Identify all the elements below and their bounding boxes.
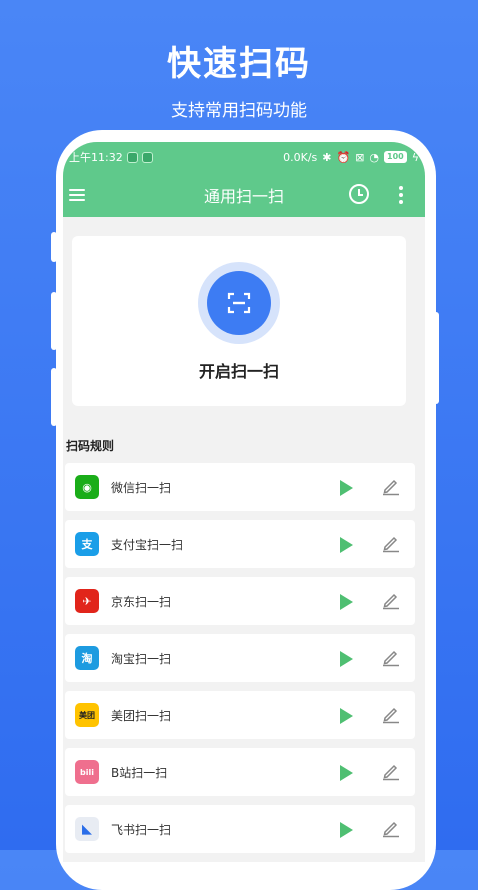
bluetooth-icon: ✱: [322, 150, 332, 164]
edit-icon[interactable]: [381, 476, 401, 496]
rules-heading: 扫码规则: [66, 439, 115, 453]
rules-list: ◉ 微信扫一扫 支 支付宝扫一扫 ✈ 京东扫一扫 淘 淘宝扫一扫 美团 美团扫一…: [65, 463, 415, 862]
phone-side-button: [51, 368, 57, 426]
wifi-icon: ◔: [369, 150, 380, 164]
rule-label: 美团扫一扫: [111, 708, 172, 723]
menu-icon[interactable]: [69, 188, 85, 201]
scan-frame-icon: [227, 292, 251, 314]
status-time: 上午11:32: [69, 151, 123, 164]
scan-card[interactable]: 开启扫一扫: [72, 236, 406, 406]
sim-icon: ⊠: [355, 150, 365, 164]
promo-subtitle: 支持常用扫码功能: [171, 101, 307, 121]
rule-row-meituan[interactable]: 美团 美团扫一扫: [65, 691, 415, 739]
meituan-icon: 美团: [75, 703, 99, 727]
edit-icon[interactable]: [381, 704, 401, 724]
promo-title: 快速扫码: [167, 44, 311, 84]
alipay-icon: 支: [75, 532, 99, 556]
play-icon[interactable]: [340, 765, 353, 781]
history-icon[interactable]: [349, 184, 369, 204]
play-icon[interactable]: [340, 708, 353, 724]
alarm-icon: ⏰: [336, 150, 351, 164]
play-icon[interactable]: [340, 480, 353, 496]
app-title: 通用扫一扫: [203, 186, 284, 206]
scan-label: 开启扫一扫: [198, 362, 279, 381]
jd-icon: ✈: [75, 589, 99, 613]
play-icon[interactable]: [340, 537, 353, 553]
notification-icon: [126, 151, 138, 163]
phone-screen: 上午11:32 0.0K/s ✱ ⏰ ⊠ ◔ 100 ϟ 通用扫一扫 开启扫一扫…: [63, 142, 425, 862]
play-icon[interactable]: [340, 822, 353, 838]
feishu-icon: ◣: [75, 817, 99, 841]
bilibili-icon: bili: [75, 760, 99, 784]
phone-power-button: [433, 312, 439, 404]
status-bar: 上午11:32 0.0K/s ✱ ⏰ ⊠ ◔ 100 ϟ: [63, 142, 425, 172]
network-speed: 0.0K/s: [283, 150, 318, 164]
rule-row-wechat[interactable]: ◉ 微信扫一扫: [65, 463, 415, 511]
rule-row-alipay[interactable]: 支 支付宝扫一扫: [65, 520, 415, 568]
rule-label: 支付宝扫一扫: [111, 537, 184, 552]
rule-row-jd[interactable]: ✈ 京东扫一扫: [65, 577, 415, 625]
edit-icon[interactable]: [381, 590, 401, 610]
rule-label: 京东扫一扫: [111, 594, 172, 609]
notification-icon: [141, 151, 153, 163]
rule-label: 飞书扫一扫: [111, 822, 172, 837]
edit-icon[interactable]: [381, 533, 401, 553]
scan-button[interactable]: [207, 271, 271, 335]
edit-icon[interactable]: [381, 647, 401, 667]
rule-row-feishu[interactable]: ◣ 飞书扫一扫: [65, 805, 415, 853]
phone-side-button: [51, 232, 57, 262]
rule-label: B站扫一扫: [111, 765, 168, 780]
battery-icon: 100: [384, 151, 407, 163]
edit-icon[interactable]: [381, 761, 401, 781]
edit-icon[interactable]: [381, 818, 401, 838]
rule-row-taobao[interactable]: 淘 淘宝扫一扫: [65, 634, 415, 682]
rule-row-bilibili[interactable]: bili B站扫一扫: [65, 748, 415, 796]
play-icon[interactable]: [340, 651, 353, 667]
play-icon[interactable]: [340, 594, 353, 610]
more-vertical-icon[interactable]: [399, 186, 403, 204]
rule-label: 微信扫一扫: [111, 480, 172, 495]
wechat-icon: ◉: [75, 475, 99, 499]
phone-side-button: [51, 292, 57, 350]
scan-button-ring: [198, 262, 280, 344]
rule-label: 淘宝扫一扫: [111, 651, 172, 666]
taobao-icon: 淘: [75, 646, 99, 670]
app-bar: 通用扫一扫: [63, 172, 425, 217]
